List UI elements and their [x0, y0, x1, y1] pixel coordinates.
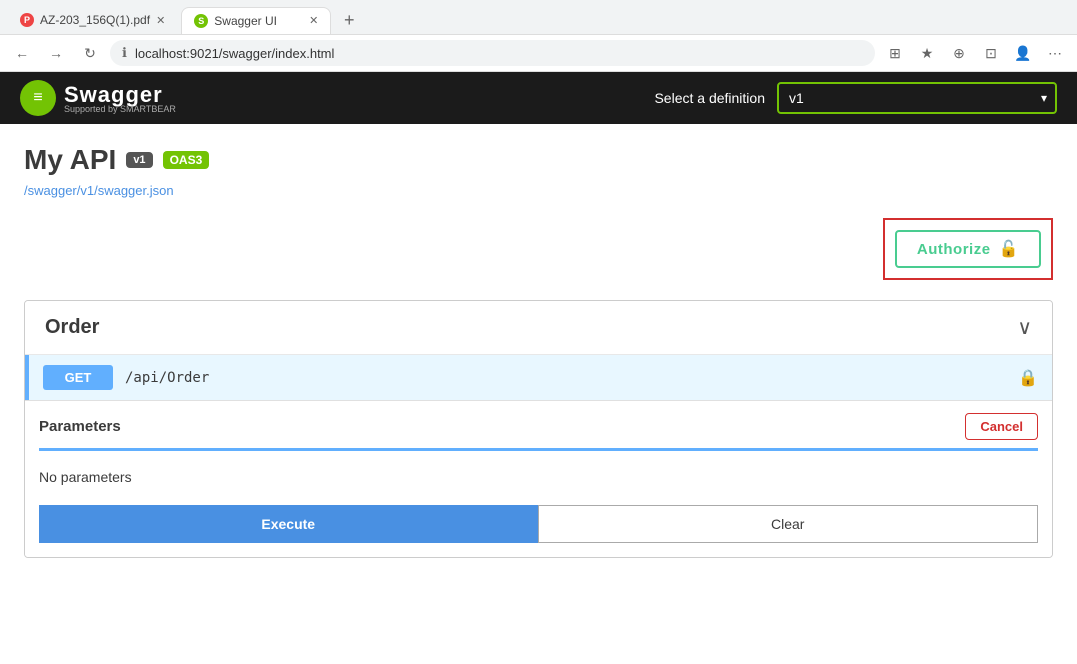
- profile-icon[interactable]: 👤: [1009, 39, 1037, 67]
- authorize-area: Authorize 🔓: [24, 218, 1053, 280]
- badge-v1: v1: [126, 152, 152, 168]
- method-badge-get: GET: [43, 365, 113, 390]
- swagger-logo-subtitle: Supported by SMARTBEAR: [64, 104, 176, 114]
- authorize-lock-icon: 🔓: [999, 239, 1019, 259]
- endpoint-body: Parameters Cancel No parameters Execute …: [25, 400, 1052, 557]
- endpoint-row-get-order[interactable]: GET /api/Order 🔒: [25, 355, 1052, 400]
- select-definition-label: Select a definition: [654, 90, 765, 106]
- swagger-logo-text-block: Swagger Supported by SMARTBEAR: [64, 82, 176, 114]
- api-title-row: My API v1 OAS3: [24, 144, 1053, 176]
- tab-pdf-close[interactable]: ✕: [156, 14, 165, 27]
- tab-pdf[interactable]: P AZ-203_156Q(1).pdf ✕: [8, 7, 177, 33]
- api-title-area: My API v1 OAS3 /swagger/v1/swagger.json: [24, 144, 1053, 198]
- swagger-content: My API v1 OAS3 /swagger/v1/swagger.json …: [0, 124, 1077, 590]
- params-header: Parameters Cancel: [39, 401, 1038, 451]
- address-bar[interactable]: ℹ localhost:9021/swagger/index.html: [110, 40, 875, 66]
- definition-select[interactable]: v1 v2: [777, 82, 1057, 114]
- browser-chrome: P AZ-203_156Q(1).pdf ✕ S Swagger UI ✕ + …: [0, 0, 1077, 72]
- browser-titlebar: P AZ-203_156Q(1).pdf ✕ S Swagger UI ✕ +: [0, 0, 1077, 34]
- section-header-order[interactable]: Order ∨: [25, 301, 1052, 355]
- collections-icon[interactable]: ⊡: [977, 39, 1005, 67]
- settings-icon[interactable]: ⋯: [1041, 39, 1069, 67]
- swagger-logo-icon: ≡: [20, 80, 56, 116]
- params-title: Parameters: [39, 418, 121, 435]
- tab-swagger-label: Swagger UI: [214, 14, 277, 28]
- address-info-icon: ℹ: [122, 45, 127, 61]
- action-buttons: Execute Clear: [39, 505, 1038, 543]
- endpoint-lock-icon: 🔒: [1018, 368, 1038, 388]
- api-title: My API: [24, 144, 116, 176]
- authorize-highlight-box: Authorize 🔓: [883, 218, 1053, 280]
- badge-oas3: OAS3: [163, 151, 210, 169]
- browser-toolbar: ← → ↻ ℹ localhost:9021/swagger/index.htm…: [0, 34, 1077, 71]
- reload-button[interactable]: ↻: [76, 39, 104, 67]
- cancel-button[interactable]: Cancel: [965, 413, 1038, 440]
- swagger-header-right: Select a definition v1 v2 ▾: [654, 82, 1057, 114]
- tab-pdf-favicon: P: [20, 13, 34, 27]
- swagger-header: ≡ Swagger Supported by SMARTBEAR Select …: [0, 72, 1077, 124]
- definition-select-wrapper: v1 v2 ▾: [777, 82, 1057, 114]
- back-button[interactable]: ←: [8, 39, 36, 67]
- section-title-order: Order: [45, 316, 1017, 339]
- tab-swagger-favicon: S: [194, 14, 208, 28]
- tab-swagger[interactable]: S Swagger UI ✕: [181, 7, 331, 34]
- new-tab-button[interactable]: +: [335, 6, 363, 34]
- tab-pdf-label: AZ-203_156Q(1).pdf: [40, 13, 150, 27]
- endpoint-path: /api/Order: [125, 370, 1006, 386]
- toolbar-actions: ⊞ ★ ⊕ ⊡ 👤 ⋯: [881, 39, 1069, 67]
- favorites-icon[interactable]: ★: [913, 39, 941, 67]
- section-chevron-order: ∨: [1017, 315, 1032, 340]
- reading-list-icon[interactable]: ⊕: [945, 39, 973, 67]
- clear-button[interactable]: Clear: [538, 505, 1039, 543]
- authorize-button[interactable]: Authorize 🔓: [895, 230, 1041, 268]
- swagger-logo: ≡ Swagger Supported by SMARTBEAR: [20, 80, 176, 116]
- order-section: Order ∨ GET /api/Order 🔒 Parameters Canc…: [24, 300, 1053, 558]
- api-spec-link[interactable]: /swagger/v1/swagger.json: [24, 183, 174, 198]
- execute-button[interactable]: Execute: [39, 505, 538, 543]
- no-params-text: No parameters: [39, 463, 1038, 495]
- tab-swagger-close[interactable]: ✕: [309, 14, 318, 27]
- forward-button[interactable]: →: [42, 39, 70, 67]
- authorize-label: Authorize: [917, 241, 991, 258]
- address-text: localhost:9021/swagger/index.html: [135, 46, 334, 61]
- split-screen-icon[interactable]: ⊞: [881, 39, 909, 67]
